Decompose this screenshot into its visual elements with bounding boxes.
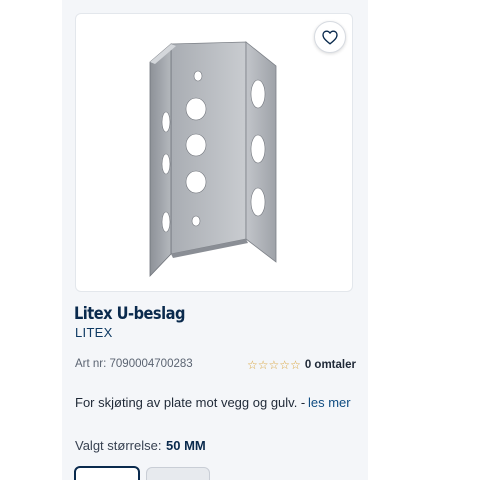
size-option[interactable] [146,467,210,480]
product-rating[interactable]: ☆ ☆ ☆ ☆ ☆ 0 omtaler [247,358,356,372]
star-icon: ☆ [247,358,258,372]
favorite-button[interactable] [314,21,346,53]
size-option-selected[interactable] [74,466,140,480]
selected-size: 50 MM [166,438,206,453]
heart-icon [322,30,338,44]
product-image[interactable] [75,13,353,292]
product-brand[interactable]: LITEX [75,325,113,340]
product-description: For skjøting av plate mot vegg og gulv. … [75,395,306,410]
star-icon: ☆ [290,358,301,372]
page-background-left [0,0,62,480]
size-label: Valgt størrelse: [75,438,162,453]
rating-stars: ☆ ☆ ☆ ☆ ☆ [247,358,301,372]
reviews-count[interactable]: 0 omtaler [305,359,356,371]
star-icon: ☆ [268,358,280,372]
u-bracket-image [149,41,277,277]
read-more-link[interactable]: les mer [308,395,351,410]
article-number: Art nr: 7090004700283 [75,358,193,370]
product-title: Litex U-beslag [74,304,185,324]
star-icon: ☆ [257,358,269,372]
star-icon: ☆ [279,358,291,372]
page-background-right [368,0,480,480]
